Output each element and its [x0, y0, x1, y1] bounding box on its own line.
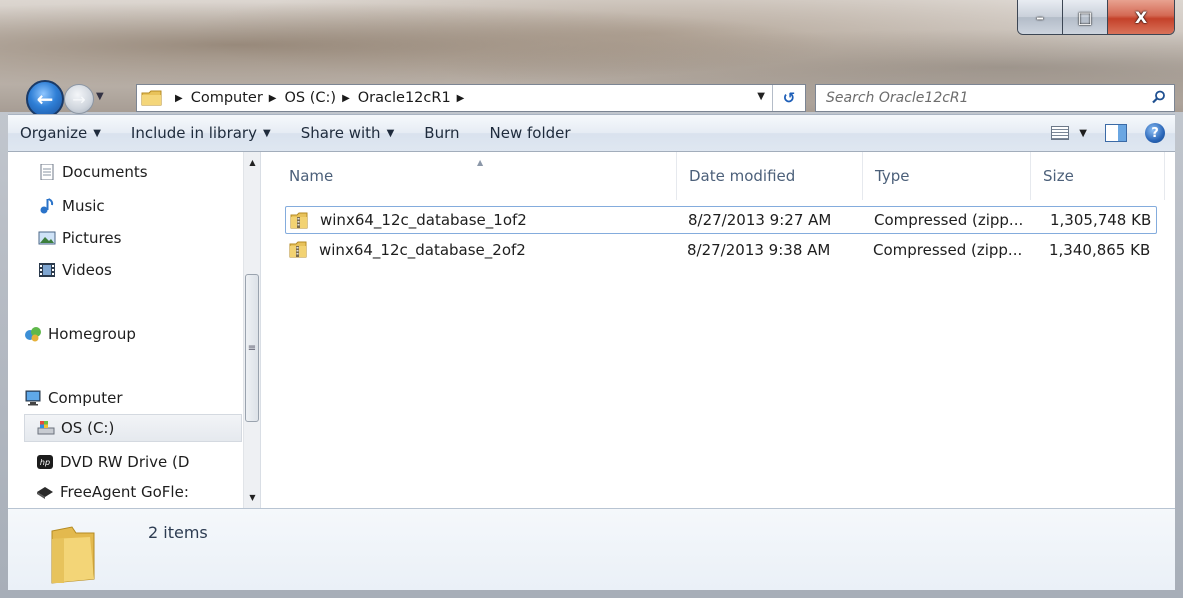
- chevron-down-icon: ▼: [262, 127, 271, 139]
- computer-icon: [25, 390, 41, 406]
- chevron-down-icon: ▼: [1079, 127, 1087, 139]
- sidebar-item-computer[interactable]: Computer: [24, 384, 123, 412]
- navigation-pane: Documents Music Pictures Videos Homegrou…: [8, 152, 261, 508]
- scroll-down-arrow-icon[interactable]: ▼: [244, 489, 260, 506]
- sidebar-item-os-c[interactable]: OS (C:): [24, 414, 242, 442]
- documents-icon: [40, 164, 54, 180]
- include-in-library-button[interactable]: Include in library ▼: [119, 124, 289, 142]
- address-dropdown-icon[interactable]: ▼: [757, 91, 765, 102]
- close-button[interactable]: X: [1108, 0, 1174, 34]
- breadcrumb-oracle12cr1[interactable]: Oracle12cR1 ▶: [358, 90, 473, 106]
- dvd-drive-icon: hp: [37, 455, 53, 469]
- folder-icon: [51, 526, 95, 584]
- table-row[interactable]: winx64_12c_database_1of2 8/27/2013 9:27 …: [285, 206, 1157, 234]
- breadcrumb-separator[interactable]: ▶: [169, 93, 191, 104]
- file-size: 1,340,865 KB: [1049, 241, 1151, 259]
- recent-pages-dropdown-icon[interactable]: ▼: [96, 91, 104, 102]
- sidebar-item-pictures[interactable]: Pictures: [38, 224, 121, 252]
- details-view-icon: [1051, 126, 1070, 140]
- chevron-right-icon[interactable]: ▶: [269, 93, 277, 104]
- help-icon[interactable]: ?: [1145, 123, 1165, 143]
- navigation-scrollbar[interactable]: ▲ ≡ ▼: [243, 152, 260, 508]
- share-with-button[interactable]: Share with ▼: [289, 124, 413, 142]
- explorer-window: – □ X ← → ▼ ▶ Computer ▶ OS (C:) ▶ Oracle1…: [0, 0, 1183, 598]
- burn-button[interactable]: Burn: [412, 124, 477, 142]
- file-name: winx64_12c_database_1of2: [320, 211, 527, 229]
- file-list: Name ▲ Date modified Type Size winx64_12…: [261, 152, 1175, 508]
- file-size: 1,305,748 KB: [1050, 211, 1152, 229]
- chevron-down-icon: ▼: [386, 127, 395, 139]
- column-header-type[interactable]: Type: [863, 152, 1031, 200]
- file-type: Compressed (zipp...: [873, 241, 1023, 259]
- external-drive-icon: [37, 487, 53, 499]
- breadcrumb-computer[interactable]: Computer ▶: [191, 90, 285, 106]
- details-pane: 2 items: [8, 508, 1175, 590]
- command-bar: Organize ▼ Include in library ▼ Share with…: [8, 114, 1175, 152]
- preview-pane-icon[interactable]: [1105, 124, 1127, 142]
- sidebar-item-homegroup[interactable]: Homegroup: [24, 320, 136, 348]
- drive-icon: [37, 421, 55, 435]
- folder-icon: [141, 90, 162, 106]
- organize-button[interactable]: Organize ▼: [8, 124, 119, 142]
- zip-folder-icon: [290, 212, 308, 229]
- item-count: 2 items: [148, 523, 208, 542]
- caption-buttons: – □ X: [1017, 0, 1175, 35]
- forward-arrow-icon: →: [72, 89, 86, 109]
- pictures-icon: [38, 231, 56, 245]
- file-name: winx64_12c_database_2of2: [319, 241, 526, 259]
- file-type: Compressed (zipp...: [874, 211, 1024, 229]
- column-header-name[interactable]: Name ▲: [277, 152, 677, 200]
- sidebar-item-documents[interactable]: Documents: [38, 158, 148, 186]
- new-folder-button[interactable]: New folder: [478, 124, 589, 142]
- change-view-button[interactable]: ▼: [1051, 126, 1087, 140]
- back-button[interactable]: ←: [26, 80, 64, 118]
- scroll-up-arrow-icon[interactable]: ▲: [244, 154, 260, 171]
- back-arrow-icon: ←: [36, 87, 54, 111]
- sidebar-item-freeagent[interactable]: FreeAgent GoFle:: [36, 478, 189, 506]
- sort-ascending-icon: ▲: [477, 158, 484, 167]
- toolbar-right-group: ▼ ?: [1051, 115, 1165, 151]
- videos-icon: [39, 263, 55, 277]
- forward-button[interactable]: →: [64, 84, 94, 114]
- chevron-right-icon[interactable]: ▶: [457, 93, 465, 104]
- address-bar[interactable]: ▶ Computer ▶ OS (C:) ▶ Oracle12cR1 ▶ ▼ ↺: [136, 84, 806, 112]
- breadcrumb-os-c[interactable]: OS (C:) ▶: [285, 90, 358, 106]
- sidebar-item-videos[interactable]: Videos: [38, 256, 112, 284]
- refresh-button[interactable]: ↺: [772, 85, 805, 111]
- minimize-button[interactable]: –: [1018, 0, 1063, 34]
- homegroup-icon: [25, 327, 41, 342]
- column-header-date-modified[interactable]: Date modified: [677, 152, 863, 200]
- music-icon: [40, 198, 54, 214]
- file-date-modified: 8/27/2013 9:38 AM: [687, 241, 831, 259]
- chevron-down-icon: ▼: [93, 127, 101, 139]
- search-box[interactable]: [815, 84, 1175, 112]
- sidebar-item-dvd-rw-drive[interactable]: hp DVD RW Drive (D: [36, 448, 189, 476]
- table-row[interactable]: winx64_12c_database_2of2 8/27/2013 9:38 …: [285, 238, 1157, 266]
- scrollbar-thumb[interactable]: ≡: [245, 274, 259, 422]
- maximize-button[interactable]: □: [1063, 0, 1108, 34]
- search-icon[interactable]: [1152, 90, 1166, 104]
- file-date-modified: 8/27/2013 9:27 AM: [688, 211, 832, 229]
- search-input[interactable]: [816, 85, 1146, 111]
- sidebar-item-music[interactable]: Music: [38, 192, 105, 220]
- refresh-icon: ↺: [782, 89, 796, 107]
- column-header-size[interactable]: Size: [1031, 152, 1165, 200]
- chevron-right-icon[interactable]: ▶: [342, 93, 350, 104]
- zip-folder-icon: [289, 241, 307, 258]
- svg-text:hp: hp: [40, 458, 50, 467]
